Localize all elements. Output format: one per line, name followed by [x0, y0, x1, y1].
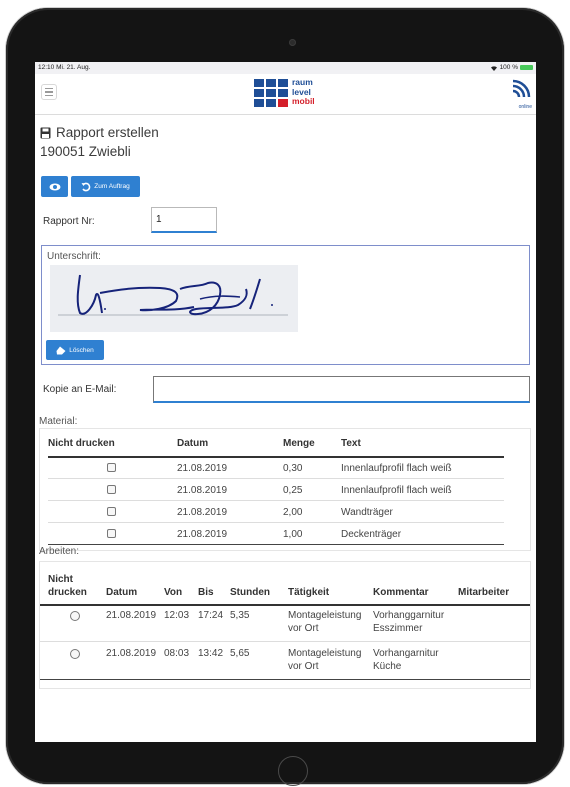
- status-time: 12:10 Mi. 21. Aug.: [38, 64, 91, 71]
- material-row-1-divider: [48, 478, 504, 479]
- material-row-4-checkbox[interactable]: [107, 529, 116, 538]
- wifi-icon: [490, 65, 497, 71]
- save-icon: [40, 127, 51, 138]
- material-row-2-divider: [48, 500, 504, 501]
- arbeiten-row-2-stunden: 5,65: [230, 648, 250, 659]
- arbeiten-row-2-checkbox[interactable]: [70, 649, 80, 659]
- battery-percent: 100 %: [499, 64, 518, 71]
- main-content: Rapport erstellen 190051 Zwiebli Zum Auf…: [35, 115, 536, 742]
- eraser-icon: [56, 346, 66, 354]
- menu-icon[interactable]: [41, 84, 57, 100]
- material-header-datum: Datum: [177, 438, 209, 449]
- page-subtitle: 190051 Zwiebli: [40, 144, 131, 159]
- material-row-2-datum: 21.08.2019: [177, 485, 228, 496]
- material-row-4-datum: 21.08.2019: [177, 529, 228, 540]
- material-row-3-datum: 21.08.2019: [177, 507, 228, 518]
- zum-auftrag-button[interactable]: Zum Auftrag: [71, 176, 140, 197]
- arbeiten-row-2-datum: 21.08.2019: [106, 648, 157, 659]
- material-row-3-checkbox[interactable]: [107, 507, 116, 516]
- arbeiten-row-2-divider: [40, 679, 530, 680]
- material-row-4-menge: 1,00: [283, 529, 303, 540]
- material-row-2-text: Innenlaufprofil flach weiß: [341, 485, 452, 496]
- material-header-nicht-drucken: Nicht drucken: [48, 438, 115, 449]
- arbeiten-header-taetigkeit: Tätigkeit: [288, 587, 330, 598]
- preview-button[interactable]: [41, 176, 68, 197]
- arbeiten-section-label: Arbeiten:: [39, 546, 80, 557]
- arbeiten-row-2-bis: 13:42: [198, 648, 224, 659]
- arbeiten-row-1-divider: [40, 641, 530, 642]
- material-row-3-divider: [48, 522, 504, 523]
- material-header-menge: Menge: [283, 438, 315, 449]
- arbeiten-header-nicht: Nicht: [48, 574, 73, 585]
- front-camera: [289, 39, 296, 46]
- arbeiten-header-mitarbeiter: Mitarbeiter: [458, 587, 510, 598]
- email-input[interactable]: [153, 376, 530, 403]
- material-row-1-checkbox[interactable]: [107, 463, 116, 472]
- arbeiten-row-2-von: 08:03: [164, 648, 190, 659]
- arbeiten-header-bis: Bis: [198, 587, 214, 598]
- arbeiten-row-1-taetigkeit: Montageleistung vor Ort: [288, 610, 362, 634]
- eye-icon: [49, 183, 60, 190]
- signature-panel: Unterschrift: Löschen: [41, 245, 530, 365]
- email-label: Kopie an E-Mail:: [43, 384, 117, 395]
- status-bar: 12:10 Mi. 21. Aug. 100 %: [35, 62, 536, 74]
- material-section-label: Material:: [39, 416, 78, 427]
- material-row-4-text: Deckenträger: [341, 529, 402, 540]
- material-row-4-divider: [48, 544, 504, 545]
- material-row-1-text: Innenlaufprofil flach weiß: [341, 463, 452, 474]
- arbeiten-row-1-bis: 17:24: [198, 610, 224, 621]
- arbeiten-header-kommentar: Kommentar: [373, 587, 429, 598]
- online-label: online: [518, 104, 532, 110]
- material-header-divider: [48, 456, 504, 458]
- arbeiten-table: Nicht drucken Datum Von Bis Stunden Täti…: [39, 561, 531, 689]
- arbeiten-row-1-stunden: 5,35: [230, 610, 250, 621]
- arbeiten-header-von: Von: [164, 587, 183, 598]
- battery-icon: [520, 65, 533, 70]
- logo-text: raum level mobil: [292, 77, 315, 106]
- app-header: raum level mobil online: [35, 74, 536, 115]
- status-right: 100 %: [490, 64, 533, 71]
- online-signal-icon: [512, 79, 531, 98]
- raumlevel-logo: raum level mobil: [254, 77, 334, 111]
- logo-mark: [254, 79, 290, 109]
- material-row-2-checkbox[interactable]: [107, 485, 116, 494]
- material-row-3-text: Wandträger: [341, 507, 393, 518]
- arbeiten-header-drucken: drucken: [48, 587, 87, 598]
- signature-drawing: [58, 274, 288, 316]
- page-title: Rapport erstellen: [40, 125, 159, 140]
- rapport-nr-input[interactable]: 1: [151, 207, 217, 233]
- arbeiten-row-2-kommentar: Vorhangarnitur Küche: [373, 648, 439, 672]
- loeschen-button[interactable]: Löschen: [46, 340, 104, 360]
- arbeiten-row-1-datum: 21.08.2019: [106, 610, 157, 621]
- arbeiten-row-1-von: 12:03: [164, 610, 190, 621]
- home-button[interactable]: [278, 756, 308, 786]
- arbeiten-row-1-checkbox[interactable]: [70, 611, 80, 621]
- signature-pad[interactable]: [50, 265, 298, 332]
- material-table: Nicht drucken Datum Menge Text 21.08.201…: [39, 428, 531, 551]
- rapport-nr-label: Rapport Nr:: [43, 216, 95, 227]
- material-row-3-menge: 2,00: [283, 507, 303, 518]
- signature-label: Unterschrift:: [47, 251, 101, 262]
- arbeiten-header-stunden: Stunden: [230, 587, 270, 598]
- undo-icon: [81, 182, 91, 191]
- arbeiten-header-datum: Datum: [106, 587, 138, 598]
- arbeiten-row-1-kommentar: Vorhanggarnitur Esszimmer: [373, 610, 445, 634]
- arbeiten-row-2-taetigkeit: Montageleistung vor Ort: [288, 648, 362, 672]
- material-row-1-menge: 0,30: [283, 463, 303, 474]
- material-header-text: Text: [341, 438, 361, 449]
- material-row-2-menge: 0,25: [283, 485, 303, 496]
- material-row-1-datum: 21.08.2019: [177, 463, 228, 474]
- screen: 12:10 Mi. 21. Aug. 100 % raum level mobi…: [35, 62, 536, 742]
- arbeiten-header-divider: [40, 604, 530, 606]
